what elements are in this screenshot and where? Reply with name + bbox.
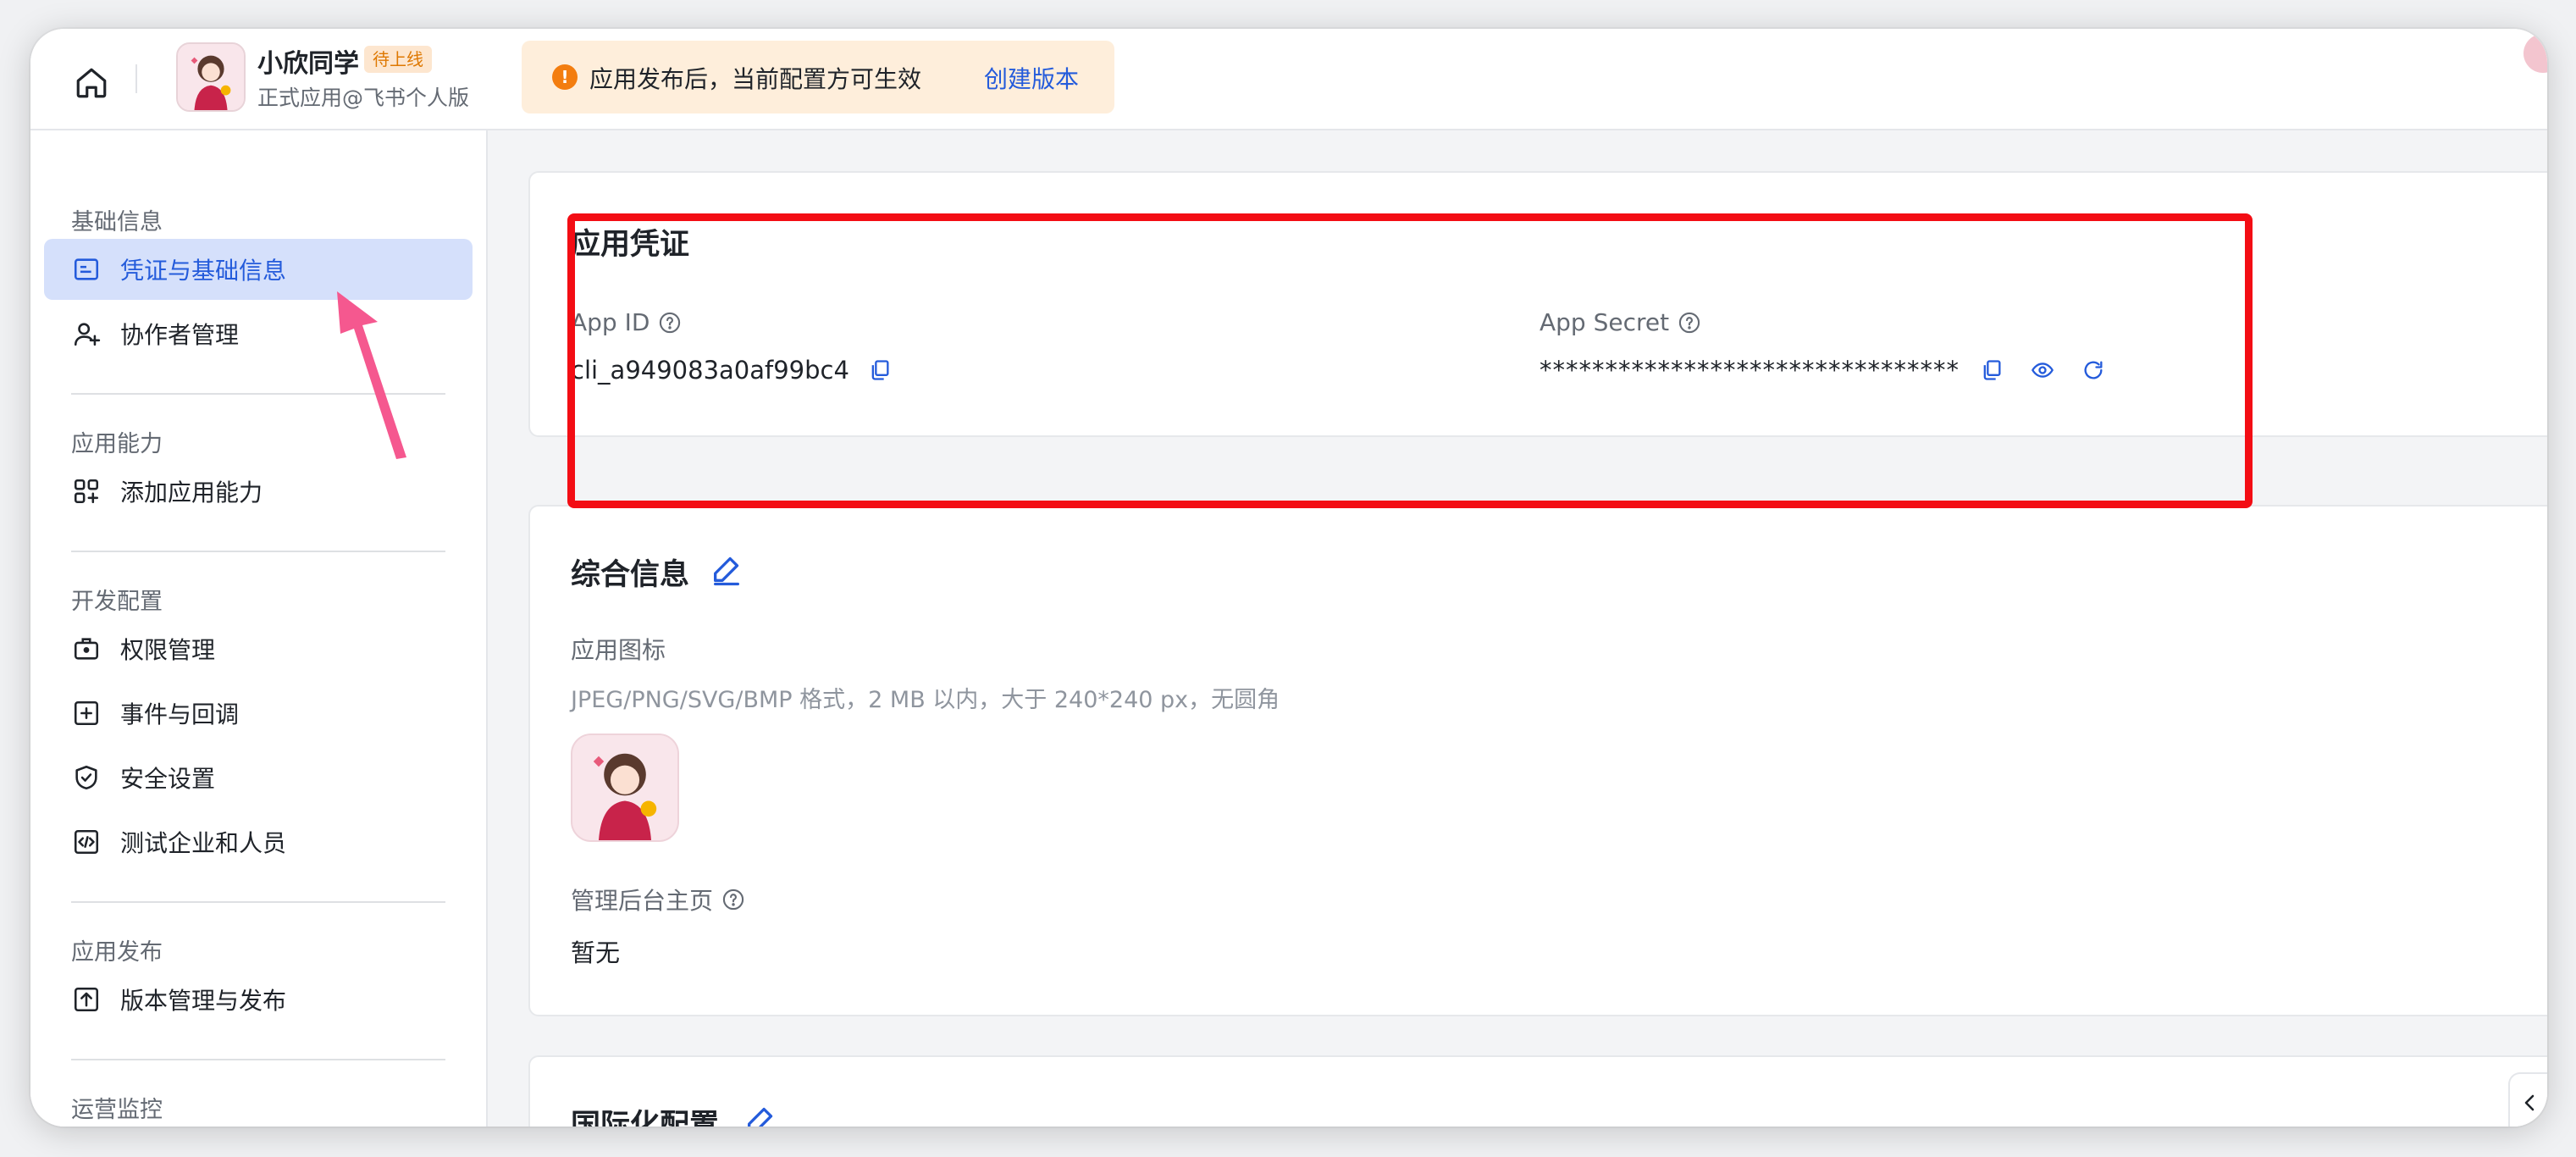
app-secret-label: App Secret [1540, 308, 1701, 336]
app-id-row: cli_a949083a0af99bc4 [571, 356, 893, 385]
reset-secret-button[interactable] [2080, 357, 2107, 384]
sidebar-item-label: 协作者管理 [120, 321, 240, 349]
sidebar-divider [71, 551, 445, 552]
general-info-title: 综合信息 [571, 558, 690, 592]
sidebar: 基础信息 凭证与基础信息 协作者管理 应用能力 添加应用能力 开发配置 权限管理… [30, 130, 488, 1127]
app-id-value[interactable]: cli_a949083a0af99bc4 [571, 356, 849, 385]
briefcase-icon [71, 634, 102, 664]
app-secret-label-text: App Secret [1540, 308, 1670, 336]
app-id-label: App ID [571, 308, 682, 336]
sidebar-item-add-capability[interactable]: 添加应用能力 [44, 461, 473, 522]
admin-home-label: 管理后台主页 [571, 883, 745, 916]
sidebar-item-label: 安全设置 [120, 765, 216, 793]
main-content: 应用凭证 App ID cli_a949083a0af99bc4 App Sec… [488, 130, 2547, 1127]
sidebar-item-label: 添加应用能力 [120, 479, 263, 507]
app-icon-image [572, 735, 677, 840]
help-icon[interactable] [658, 311, 682, 335]
reveal-secret-button[interactable] [2029, 357, 2056, 384]
sidebar-divider [71, 1059, 445, 1060]
sidebar-item-test-users[interactable]: 测试企业和人员 [44, 811, 473, 872]
sidebar-item-events[interactable]: 事件与回调 [44, 683, 473, 744]
admin-home-value: 暂无 [571, 938, 621, 967]
code-icon [71, 827, 102, 857]
app-name: 小欣同学 [257, 49, 359, 79]
sidebar-divider [71, 393, 445, 395]
user-avatar[interactable] [2523, 34, 2547, 73]
event-add-icon [71, 698, 102, 728]
app-avatar[interactable] [176, 42, 246, 112]
app-icon-label: 应用图标 [571, 636, 666, 664]
app-secret-value: ******************************** [1540, 356, 1960, 385]
app-icon-hint: JPEG/PNG/SVG/BMP 格式，2 MB 以内，大于 240*240 p… [571, 687, 1280, 713]
refresh-icon [2084, 361, 2103, 379]
app-avatar-image [178, 44, 244, 110]
sidebar-item-collaborators[interactable]: 协作者管理 [44, 303, 473, 364]
sidebar-divider [71, 901, 445, 903]
admin-home-label-text: 管理后台主页 [571, 887, 714, 915]
sidebar-item-versions[interactable]: 版本管理与发布 [44, 969, 473, 1030]
i18n-card: 国际化配置 [528, 1055, 2547, 1127]
app-secret-row: ******************************** [1540, 356, 2107, 385]
credentials-card: 应用凭证 App ID cli_a949083a0af99bc4 App Sec… [528, 171, 2547, 437]
i18n-title: 国际化配置 [571, 1109, 720, 1127]
upload-icon [71, 984, 102, 1015]
home-icon [76, 68, 107, 98]
section-title-capabilities: 应用能力 [71, 431, 163, 457]
copy-icon [1983, 360, 2001, 380]
sidebar-item-label: 测试企业和人员 [120, 829, 287, 857]
edit-icon [748, 1107, 773, 1127]
copy-app-id-button[interactable] [866, 357, 893, 384]
create-version-link[interactable]: 创建版本 [984, 61, 1079, 95]
sidebar-item-permissions[interactable]: 权限管理 [44, 618, 473, 679]
shield-icon [71, 762, 102, 793]
warning-icon: ! [552, 64, 578, 90]
app-subtitle: 正式应用@飞书个人版 [257, 86, 470, 110]
section-title-dev-config: 开发配置 [71, 589, 163, 615]
sidebar-item-label: 权限管理 [120, 636, 216, 664]
edit-general-info-button[interactable] [710, 552, 744, 586]
eye-icon [2032, 363, 2054, 378]
app-window: 小欣同学 待上线 正式应用@飞书个人版 ! 应用发布后，当前配置方可生效 创建版… [30, 29, 2547, 1127]
id-card-icon [71, 254, 102, 285]
sidebar-item-label: 凭证与基础信息 [120, 257, 287, 285]
status-badge: 待上线 [364, 46, 432, 73]
sidebar-item-security[interactable]: 安全设置 [44, 747, 473, 808]
section-title-publish: 应用发布 [71, 939, 163, 966]
sidebar-item-label: 版本管理与发布 [120, 987, 287, 1015]
publish-notice: ! 应用发布后，当前配置方可生效 创建版本 [522, 41, 1114, 113]
top-header: 小欣同学 待上线 正式应用@飞书个人版 ! 应用发布后，当前配置方可生效 创建版… [30, 29, 2547, 130]
sidebar-item-credentials[interactable]: 凭证与基础信息 [44, 239, 473, 300]
chevron-left-icon [2524, 1094, 2535, 1111]
user-add-icon [71, 318, 102, 349]
section-title-basic: 基础信息 [71, 209, 163, 235]
sidebar-item-label: 事件与回调 [120, 700, 240, 728]
app-icon-preview[interactable] [571, 734, 679, 842]
grid-add-icon [71, 476, 102, 507]
expand-panel-tab[interactable]: 展 [2508, 1072, 2547, 1127]
help-icon[interactable] [1678, 311, 1701, 335]
section-title-monitoring: 运营监控 [71, 1097, 163, 1123]
edit-icon [714, 556, 739, 586]
edit-i18n-button[interactable] [744, 1103, 777, 1127]
header-divider [135, 64, 137, 93]
app-id-label-text: App ID [571, 308, 650, 336]
home-button[interactable] [68, 59, 115, 107]
help-icon[interactable] [721, 888, 745, 911]
copy-app-secret-button[interactable] [1978, 357, 2005, 384]
notice-text: 应用发布后，当前配置方可生效 [589, 65, 922, 93]
general-info-card: 综合信息 应用图标 JPEG/PNG/SVG/BMP 格式，2 MB 以内，大于… [528, 505, 2547, 1016]
copy-icon [871, 360, 889, 380]
credentials-title: 应用凭证 [571, 228, 690, 262]
